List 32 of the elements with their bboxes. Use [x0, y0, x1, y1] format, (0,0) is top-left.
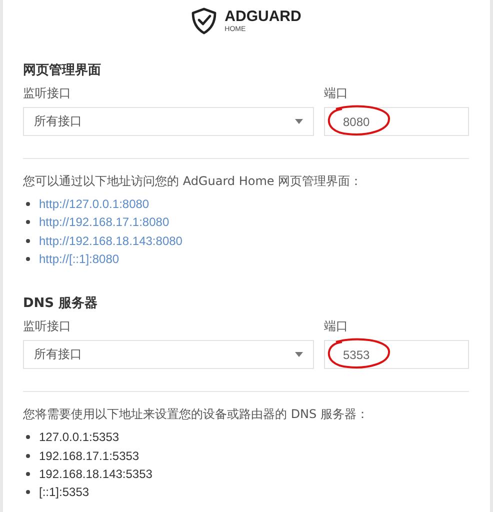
port-field[interactable]: 8080	[324, 107, 469, 136]
section-title: DNS 服务器	[23, 295, 99, 312]
address-link[interactable]: http://192.168.17.1:8080	[39, 215, 170, 230]
description-text: 您可以通过以下地址访问您的 AdGuard Home 网页管理界面：	[23, 173, 364, 190]
logo-title: ADGUARD	[224, 9, 302, 24]
address-link[interactable]: http://192.168.18.143:8080	[39, 234, 182, 248]
field-label: 监听接口	[23, 318, 72, 336]
field-label: 端口	[324, 85, 349, 102]
address-link[interactable]: http://[::1]:8080	[39, 252, 120, 266]
bullet-icon	[26, 220, 30, 224]
address-link[interactable]: http://127.0.0.1:8080	[39, 197, 150, 212]
address-text: 192.168.17.1:5353	[39, 448, 140, 463]
address-text: [::1]:5353	[39, 485, 90, 500]
address-text: 192.168.18.143:5353	[39, 466, 152, 481]
port-field[interactable]: 5353	[324, 340, 469, 370]
address-text: 127.0.0.1:5353	[39, 430, 120, 444]
bullet-icon	[26, 490, 30, 494]
bullet-icon	[26, 202, 30, 206]
interface-dropdown[interactable]: 所有接口	[23, 107, 314, 136]
bullet-icon	[26, 435, 30, 440]
field-label: 监听接口	[23, 85, 72, 102]
interface-dropdown[interactable]: 所有接口	[23, 340, 314, 370]
bullet-icon	[26, 454, 30, 458]
caret-icon	[295, 119, 303, 124]
bullet-icon	[26, 472, 30, 476]
field-label: 端口	[324, 318, 349, 336]
description-text: 您将需要使用以下地址来设置您的设备或路由器的 DNS 服务器：	[23, 406, 370, 424]
section-title: 网页管理界面	[23, 62, 102, 79]
caret-icon	[295, 352, 303, 358]
bullet-icon	[26, 257, 30, 262]
bullet-icon	[26, 238, 30, 243]
shield-check-icon	[190, 7, 217, 35]
